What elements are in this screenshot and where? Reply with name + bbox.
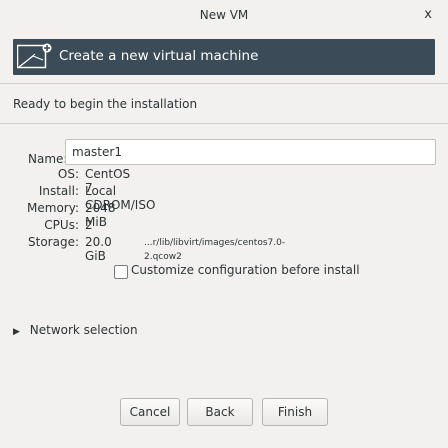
cancel-button[interactable]: Cancel: [120, 398, 180, 426]
network-label: Network selection: [29, 323, 138, 337]
os-label: OS:: [57, 167, 79, 181]
name-label: Name:: [28, 152, 68, 166]
customize-checkbox[interactable]: [114, 265, 128, 279]
name-input[interactable]: master1: [65, 139, 436, 165]
finish-button[interactable]: Finish: [262, 398, 328, 426]
banner-title: Create a new virtual machine: [59, 48, 259, 64]
vm-monitor-icon: [16, 42, 53, 75]
triangle-right-icon: ▶: [13, 327, 20, 337]
window-titlebar: New VM x: [0, 0, 448, 30]
header-banner: Create a new virtual machine: [13, 39, 435, 75]
customize-label[interactable]: Customize configuration before install: [131, 263, 360, 277]
storage-path: ...r/lib/libvirt/images/centos7.0-2.qcow…: [144, 238, 286, 262]
install-label: Install:: [38, 184, 79, 198]
window-title: New VM: [199, 8, 249, 22]
cpus-value: 2: [85, 218, 93, 232]
memory-label: Memory:: [27, 201, 79, 215]
cpus-label: CPUs:: [44, 218, 79, 232]
storage-label: Storage:: [28, 235, 79, 249]
status-text: Ready to begin the installation: [13, 97, 198, 111]
divider: [0, 123, 448, 124]
back-button[interactable]: Back: [187, 398, 253, 426]
close-button[interactable]: x: [424, 0, 432, 30]
storage-size: 20.0 GiB: [85, 235, 112, 263]
network-expander[interactable]: ▶ Network selection: [13, 323, 138, 337]
divider: [0, 83, 448, 84]
